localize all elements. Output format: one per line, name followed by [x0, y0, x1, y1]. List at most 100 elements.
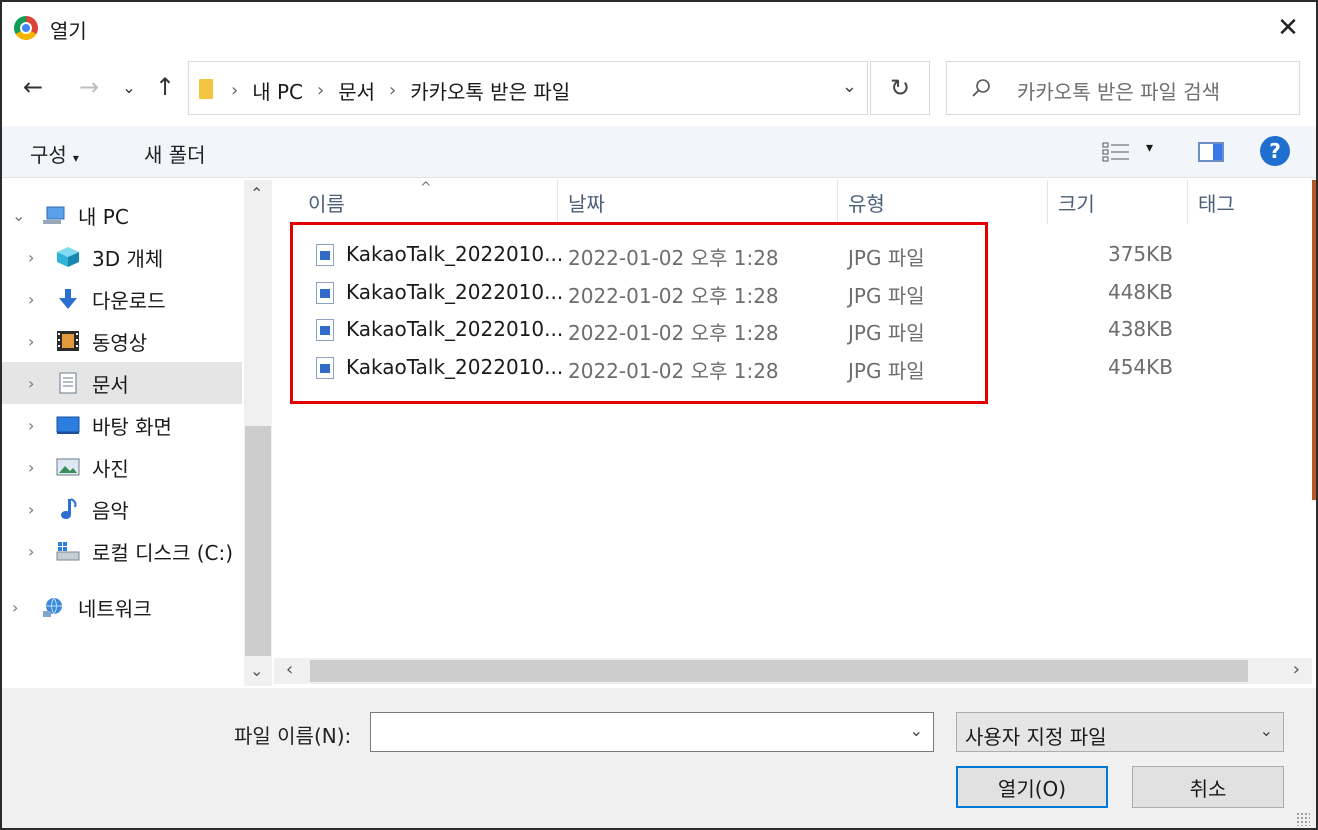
computer-icon	[43, 206, 65, 224]
scroll-down-icon[interactable]: ⌄	[250, 661, 263, 680]
sidebar-item-label: 다운로드	[92, 288, 166, 313]
music-note-icon	[61, 498, 77, 519]
close-button[interactable]: ✕	[1268, 8, 1308, 48]
file-list: ^ 이름 날짜 유형 크기 태그 KakaoTalk_2022010... 20…	[274, 180, 1312, 686]
scrollbar-thumb[interactable]	[310, 660, 1248, 682]
preview-pane-icon[interactable]	[1198, 142, 1224, 162]
column-header-date[interactable]: 날짜	[558, 180, 838, 224]
sidebar-item-music[interactable]: › 음악	[2, 488, 242, 530]
breadcrumb-separator[interactable]: ›	[317, 80, 324, 101]
close-icon: ✕	[1277, 13, 1299, 43]
search-icon	[972, 79, 990, 97]
sidebar-item-pictures[interactable]: › 사진	[2, 446, 242, 488]
sidebar-scrollbar[interactable]: ⌃ ⌄	[244, 180, 272, 686]
sidebar-item-label: 네트워크	[78, 596, 152, 621]
horizontal-scrollbar[interactable]: ‹ ›	[274, 658, 1312, 684]
resize-grip[interactable]	[1296, 812, 1310, 826]
film-icon	[57, 331, 79, 351]
desktop-icon	[56, 416, 80, 434]
sidebar-item-downloads[interactable]: › 다운로드	[2, 278, 242, 320]
search-input[interactable]: 카카오톡 받은 파일 검색	[946, 61, 1300, 115]
sidebar-item-label: 문서	[92, 372, 129, 397]
document-icon	[59, 372, 77, 394]
scroll-up-icon[interactable]: ⌃	[250, 184, 263, 203]
sidebar-item-label: 음악	[92, 498, 129, 523]
column-header-size[interactable]: 크기	[1048, 180, 1188, 224]
view-dropdown-icon[interactable]: ▾	[1146, 140, 1153, 156]
breadcrumb-item-kakaotalk[interactable]: 카카오톡 받은 파일	[410, 76, 570, 105]
file-size: 438KB	[1107, 317, 1173, 341]
sidebar-item-label: 동영상	[92, 330, 148, 355]
sidebar-item-documents[interactable]: › 문서	[2, 362, 242, 404]
sidebar-item-mypc[interactable]: ⌄ 내 PC	[2, 194, 242, 236]
expand-chevron-icon[interactable]: ›	[28, 500, 34, 519]
sidebar-item-label: 로컬 디스크 (C:)	[92, 540, 234, 565]
filetype-value: 사용자 지정 파일	[965, 725, 1107, 749]
new-folder-button[interactable]: 새 폴더	[144, 139, 206, 168]
back-arrow-icon: ←	[22, 73, 44, 101]
refresh-icon: ↻	[889, 74, 911, 102]
title-bar: 열기 ✕	[2, 2, 1316, 54]
expand-chevron-icon[interactable]: ›	[28, 374, 34, 393]
collapse-chevron-icon[interactable]: ⌄	[12, 206, 25, 225]
open-file-dialog: 열기 ✕ ← → ⌄ ↑ › 내 PC › 문서 › 카카오톡 받은 파일 ⌄ …	[0, 0, 1318, 830]
expand-chevron-icon[interactable]: ›	[28, 290, 34, 309]
back-button[interactable]: ←	[18, 72, 48, 102]
up-arrow-icon: ↑	[154, 73, 176, 101]
refresh-button[interactable]: ↻	[870, 61, 930, 115]
expand-chevron-icon[interactable]: ›	[28, 458, 34, 477]
dialog-footer: 파일 이름(N): ⌄ 사용자 지정 파일 ⌄ 열기(O) 취소	[2, 688, 1316, 828]
sidebar-item-label: 내 PC	[78, 204, 129, 229]
address-dropdown-icon[interactable]: ⌄	[842, 76, 857, 97]
breadcrumb-item-mypc[interactable]: 내 PC	[252, 76, 303, 105]
window-title: 열기	[50, 19, 87, 43]
filetype-select[interactable]: 사용자 지정 파일 ⌄	[956, 712, 1284, 752]
breadcrumb: › 내 PC › 문서 › 카카오톡 받은 파일	[231, 76, 570, 105]
help-icon[interactable]: ?	[1260, 136, 1290, 166]
breadcrumb-separator: ›	[231, 80, 239, 101]
column-header-type[interactable]: 유형	[838, 180, 1048, 224]
drive-icon	[56, 542, 80, 561]
scroll-right-icon[interactable]: ›	[1293, 659, 1300, 680]
up-folder-button[interactable]: ↑	[150, 72, 180, 102]
cancel-button[interactable]: 취소	[1132, 766, 1284, 808]
address-bar[interactable]: › 내 PC › 문서 › 카카오톡 받은 파일 ⌄	[188, 61, 868, 115]
sidebar-item-network[interactable]: › 네트워크	[2, 586, 242, 628]
sidebar-item-label: 사진	[92, 456, 129, 481]
breadcrumb-item-documents[interactable]: 문서	[338, 76, 375, 105]
folder-icon	[199, 79, 213, 99]
sidebar-item-desktop[interactable]: › 바탕 화면	[2, 404, 242, 446]
expand-chevron-icon[interactable]: ›	[28, 248, 34, 267]
view-options-icon[interactable]	[1102, 141, 1130, 163]
scrollbar-thumb[interactable]	[245, 426, 271, 656]
search-placeholder: 카카오톡 받은 파일 검색	[1017, 80, 1221, 104]
organize-button[interactable]: 구성 ▾	[30, 139, 79, 168]
chevron-down-icon: ⌄	[122, 77, 136, 97]
sidebar-item-videos[interactable]: › 동영상	[2, 320, 242, 362]
expand-chevron-icon[interactable]: ›	[28, 332, 34, 351]
background-window-edge	[1312, 180, 1316, 500]
picture-icon	[56, 458, 80, 476]
navigation-pane: ⌄ 내 PC › 3D 개체 › 다운로드 › 동영상 › 문서 › 바탕 화면…	[2, 180, 272, 686]
expand-chevron-icon[interactable]: ›	[12, 598, 18, 617]
sidebar-item-3d-objects[interactable]: › 3D 개체	[2, 236, 242, 278]
chevron-down-icon: ⌄	[1259, 721, 1273, 740]
expand-chevron-icon[interactable]: ›	[28, 542, 34, 561]
selection-highlight-box	[290, 222, 988, 404]
breadcrumb-separator[interactable]: ›	[389, 80, 396, 101]
expand-chevron-icon[interactable]: ›	[28, 416, 34, 435]
chevron-down-icon[interactable]: ⌄	[910, 721, 923, 740]
organize-label: 구성	[30, 143, 67, 167]
open-button[interactable]: 열기(O)	[956, 766, 1108, 808]
recent-locations-button[interactable]: ⌄	[114, 72, 144, 102]
filename-field[interactable]: ⌄	[370, 712, 934, 752]
column-header-name[interactable]: 이름	[298, 180, 558, 224]
forward-arrow-icon: →	[78, 73, 100, 101]
sidebar-item-label: 바탕 화면	[92, 414, 172, 439]
forward-button[interactable]: →	[74, 72, 104, 102]
column-header-tags[interactable]: 태그	[1188, 180, 1308, 224]
download-arrow-icon	[59, 289, 77, 309]
chrome-app-icon	[14, 16, 38, 40]
sidebar-item-local-disk[interactable]: › 로컬 디스크 (C:)	[2, 530, 242, 572]
scroll-left-icon[interactable]: ‹	[286, 659, 293, 680]
